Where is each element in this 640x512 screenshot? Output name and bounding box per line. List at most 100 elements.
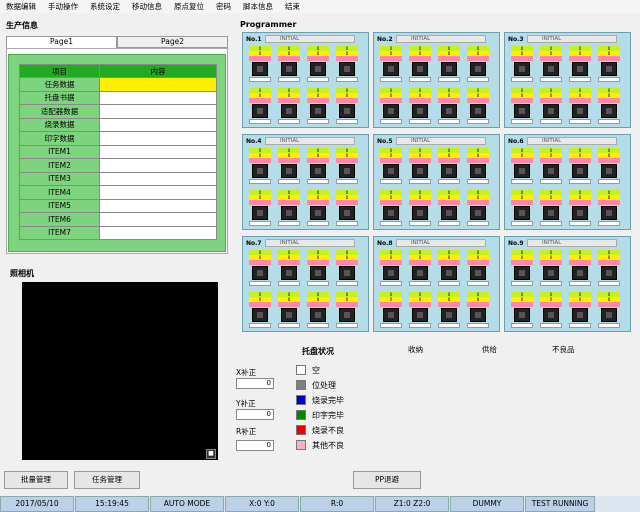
task-manage-button[interactable]: 任务管理	[74, 471, 140, 489]
socket[interactable]: 00	[249, 292, 271, 330]
socket[interactable]: 00	[467, 88, 489, 126]
row-value[interactable]	[99, 144, 217, 159]
socket[interactable]: 00	[511, 88, 533, 126]
socket[interactable]: 00	[511, 250, 533, 288]
row-value[interactable]	[99, 225, 217, 240]
socket[interactable]: 00	[511, 190, 533, 228]
socket[interactable]: 00	[569, 250, 591, 288]
x-offset-input[interactable]: 0	[236, 378, 274, 389]
pp-retreat-button[interactable]: PP退避	[353, 471, 421, 489]
socket[interactable]: 00	[307, 88, 329, 126]
socket[interactable]: 00	[438, 250, 460, 288]
menu-exit[interactable]: 结束	[279, 0, 306, 13]
socket[interactable]: 00	[307, 250, 329, 288]
socket[interactable]: 00	[598, 148, 620, 186]
socket[interactable]: 00	[569, 148, 591, 186]
socket[interactable]: 00	[540, 250, 562, 288]
menu-move-info[interactable]: 移动信息	[126, 0, 168, 13]
socket[interactable]: 00	[438, 46, 460, 84]
row-value[interactable]	[99, 171, 217, 186]
socket[interactable]: 00	[467, 46, 489, 84]
r-offset-input[interactable]: 0	[236, 440, 274, 451]
socket[interactable]: 00	[249, 46, 271, 84]
menu-data-edit[interactable]: 数据编辑	[0, 0, 42, 13]
socket[interactable]: 00	[307, 46, 329, 84]
socket[interactable]: 00	[336, 46, 358, 84]
socket[interactable]: 00	[511, 148, 533, 186]
socket[interactable]: 00	[438, 148, 460, 186]
save-icon[interactable]: ■	[206, 449, 216, 459]
socket[interactable]: 00	[380, 250, 402, 288]
socket[interactable]: 00	[336, 148, 358, 186]
batch-manage-button[interactable]: 批量管理	[4, 471, 68, 489]
socket[interactable]: 00	[380, 292, 402, 330]
socket[interactable]: 00	[598, 292, 620, 330]
socket[interactable]: 00	[307, 292, 329, 330]
socket[interactable]: 00	[380, 88, 402, 126]
row-value[interactable]	[99, 198, 217, 213]
socket[interactable]: 00	[336, 190, 358, 228]
socket[interactable]: 00	[598, 88, 620, 126]
socket[interactable]: 00	[598, 46, 620, 84]
row-value[interactable]	[99, 77, 217, 92]
socket[interactable]: 00	[598, 190, 620, 228]
socket[interactable]: 00	[336, 250, 358, 288]
menu-home[interactable]: 原点复位	[168, 0, 210, 13]
socket[interactable]: 00	[467, 292, 489, 330]
socket[interactable]: 00	[598, 250, 620, 288]
socket[interactable]: 00	[540, 46, 562, 84]
socket[interactable]: 00	[540, 190, 562, 228]
socket[interactable]: 00	[278, 148, 300, 186]
socket[interactable]: 00	[409, 88, 431, 126]
socket[interactable]: 00	[569, 46, 591, 84]
socket[interactable]: 00	[540, 292, 562, 330]
socket[interactable]: 00	[438, 292, 460, 330]
y-offset-input[interactable]: 0	[236, 409, 274, 420]
socket[interactable]: 00	[307, 190, 329, 228]
socket[interactable]: 00	[409, 190, 431, 228]
socket[interactable]: 00	[249, 88, 271, 126]
socket[interactable]: 00	[569, 190, 591, 228]
tab-page2[interactable]: Page2	[117, 36, 228, 48]
tab-page1[interactable]: Page1	[6, 36, 117, 48]
socket[interactable]: 00	[278, 250, 300, 288]
socket[interactable]: 00	[540, 148, 562, 186]
socket[interactable]: 00	[278, 46, 300, 84]
socket[interactable]: 00	[409, 148, 431, 186]
socket[interactable]: 00	[569, 88, 591, 126]
socket[interactable]: 00	[249, 148, 271, 186]
socket[interactable]: 00	[278, 190, 300, 228]
socket[interactable]: 00	[438, 190, 460, 228]
row-value[interactable]	[99, 212, 217, 227]
socket[interactable]: 00	[380, 190, 402, 228]
socket[interactable]: 00	[569, 292, 591, 330]
row-value[interactable]	[99, 158, 217, 173]
socket[interactable]: 00	[467, 250, 489, 288]
socket[interactable]: 00	[380, 46, 402, 84]
menu-script[interactable]: 脚本信息	[237, 0, 279, 13]
row-value[interactable]	[99, 90, 217, 105]
socket[interactable]: 00	[467, 148, 489, 186]
menu-system[interactable]: 系统设定	[84, 0, 126, 13]
socket[interactable]: 00	[380, 148, 402, 186]
socket[interactable]: 00	[409, 46, 431, 84]
row-value[interactable]	[99, 104, 217, 119]
row-value[interactable]	[99, 131, 217, 146]
socket[interactable]: 00	[278, 88, 300, 126]
menu-password[interactable]: 密码	[210, 0, 237, 13]
row-value[interactable]	[99, 185, 217, 200]
socket[interactable]: 00	[540, 88, 562, 126]
socket[interactable]: 00	[467, 190, 489, 228]
menu-manual[interactable]: 手动操作	[42, 0, 84, 13]
socket[interactable]: 00	[336, 88, 358, 126]
socket[interactable]: 00	[307, 148, 329, 186]
socket[interactable]: 00	[409, 292, 431, 330]
socket[interactable]: 00	[249, 190, 271, 228]
socket[interactable]: 00	[278, 292, 300, 330]
socket[interactable]: 00	[249, 250, 271, 288]
socket[interactable]: 00	[409, 250, 431, 288]
socket[interactable]: 00	[511, 46, 533, 84]
row-value[interactable]	[99, 117, 217, 132]
socket[interactable]: 00	[511, 292, 533, 330]
socket[interactable]: 00	[438, 88, 460, 126]
